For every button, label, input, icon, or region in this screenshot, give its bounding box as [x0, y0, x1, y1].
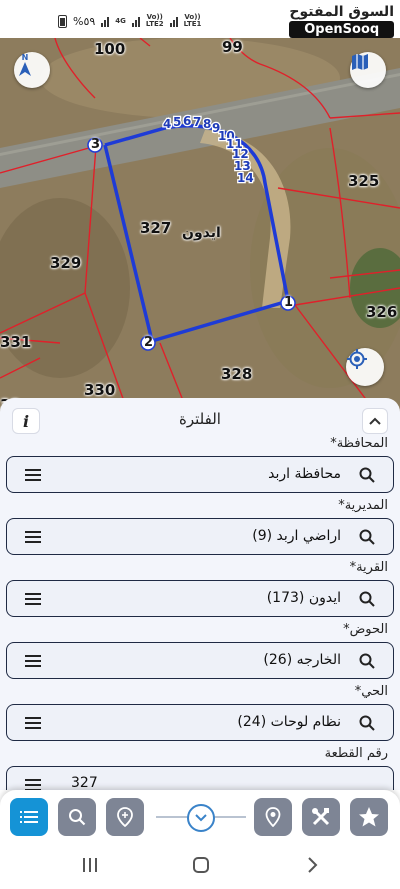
- chevron-up-icon: [369, 417, 381, 425]
- chevron-down-icon: [195, 814, 207, 822]
- governorate-field[interactable]: محافظة اربد: [6, 456, 394, 493]
- svg-text:4: 4: [163, 117, 171, 131]
- neighborhood-field[interactable]: نظام لوحات (24): [6, 704, 394, 741]
- collapse-button[interactable]: [362, 408, 388, 434]
- system-navigation-bar: [0, 844, 400, 889]
- svg-text:8: 8: [203, 117, 211, 131]
- filter-panel: i الفلترة المحافظة* محافظة اربد المديرية…: [0, 398, 400, 790]
- slider-knob[interactable]: [187, 804, 215, 832]
- network-type: 4G: [115, 16, 126, 25]
- favorites-button[interactable]: [350, 798, 388, 836]
- filter-title: الفلترة: [179, 410, 221, 428]
- recent-apps-icon: [83, 858, 97, 872]
- village-value: ايدون (173): [266, 590, 341, 606]
- volte-indicator-2: Vo)) LTE2: [145, 13, 164, 28]
- opensooq-logo: السوق المفتوح OpenSooq: [289, 4, 394, 38]
- home-button[interactable]: [192, 856, 210, 878]
- list-icon: [20, 811, 38, 823]
- menu-icon[interactable]: [25, 593, 41, 605]
- directorate-label: المديرية*: [338, 498, 388, 513]
- governorate-label: المحافظة*: [330, 436, 388, 451]
- search-icon[interactable]: [359, 653, 375, 669]
- menu-icon[interactable]: [25, 779, 41, 790]
- parcel-number-field[interactable]: 327: [6, 766, 394, 790]
- basin-value: الخارجه (26): [263, 652, 341, 668]
- svg-text:14: 14: [237, 171, 254, 185]
- bottom-toolbar: [0, 790, 400, 844]
- location-pin-icon: [117, 807, 133, 827]
- marker-button[interactable]: [254, 798, 292, 836]
- recent-apps-button[interactable]: [82, 856, 98, 878]
- status-icons: %٥٩ 4G Vo)) LTE2 Vo)) LTE1: [58, 14, 201, 28]
- search-icon[interactable]: [359, 715, 375, 731]
- status-bar: %٥٩ 4G Vo)) LTE2 Vo)) LTE1 السوق المفتوح O…: [0, 0, 400, 38]
- neighborhood-label: الحي*: [354, 684, 388, 699]
- menu-icon[interactable]: [25, 717, 41, 729]
- search-icon[interactable]: [359, 529, 375, 545]
- basin-label: الحوض*: [343, 622, 388, 637]
- arc-vertex-numbers: 4 5 6 7 8 9 10 11 12 13 14: [162, 113, 255, 187]
- tools-icon: [312, 808, 330, 826]
- basin-field[interactable]: الخارجه (26): [6, 642, 394, 679]
- home-icon: [193, 857, 209, 873]
- menu-icon[interactable]: [25, 531, 41, 543]
- tools-button[interactable]: [302, 798, 340, 836]
- search-icon[interactable]: [359, 467, 375, 483]
- svg-text:5: 5: [173, 115, 181, 129]
- back-button[interactable]: [306, 856, 318, 878]
- list-button[interactable]: [10, 798, 48, 836]
- governorate-value: محافظة اربد: [268, 466, 341, 482]
- signal-icon-2: [131, 16, 140, 27]
- parcel-number-label: رقم القطعة: [324, 746, 388, 761]
- directorate-field[interactable]: اراضي اربد (9): [6, 518, 394, 555]
- village-field-label: القرية*: [349, 560, 388, 575]
- svg-text:7: 7: [193, 115, 201, 129]
- add-location-button[interactable]: [106, 798, 144, 836]
- menu-icon[interactable]: [25, 469, 41, 481]
- star-icon: [359, 807, 379, 827]
- marker-icon: [265, 807, 281, 827]
- village-field[interactable]: ايدون (173): [6, 580, 394, 617]
- neighborhood-value: نظام لوحات (24): [237, 714, 341, 730]
- search-icon[interactable]: [359, 591, 375, 607]
- battery-icon: [58, 14, 67, 28]
- battery-percent: %٥٩: [73, 14, 96, 28]
- svg-text:6: 6: [183, 114, 191, 128]
- volte-indicator-1: Vo)) LTE1: [183, 13, 202, 28]
- back-icon: [308, 857, 318, 873]
- directorate-value: اراضي اربد (9): [252, 528, 341, 544]
- menu-icon[interactable]: [25, 655, 41, 667]
- signal-icon-3: [169, 16, 178, 27]
- search-button[interactable]: [58, 798, 96, 836]
- signal-icon: [101, 16, 110, 27]
- satellite-map[interactable]: N 100 99 325 327 ايدون 329 326 331 330 3…: [0, 38, 400, 418]
- parcel-number-value: 327: [71, 775, 98, 790]
- search-icon: [69, 809, 86, 826]
